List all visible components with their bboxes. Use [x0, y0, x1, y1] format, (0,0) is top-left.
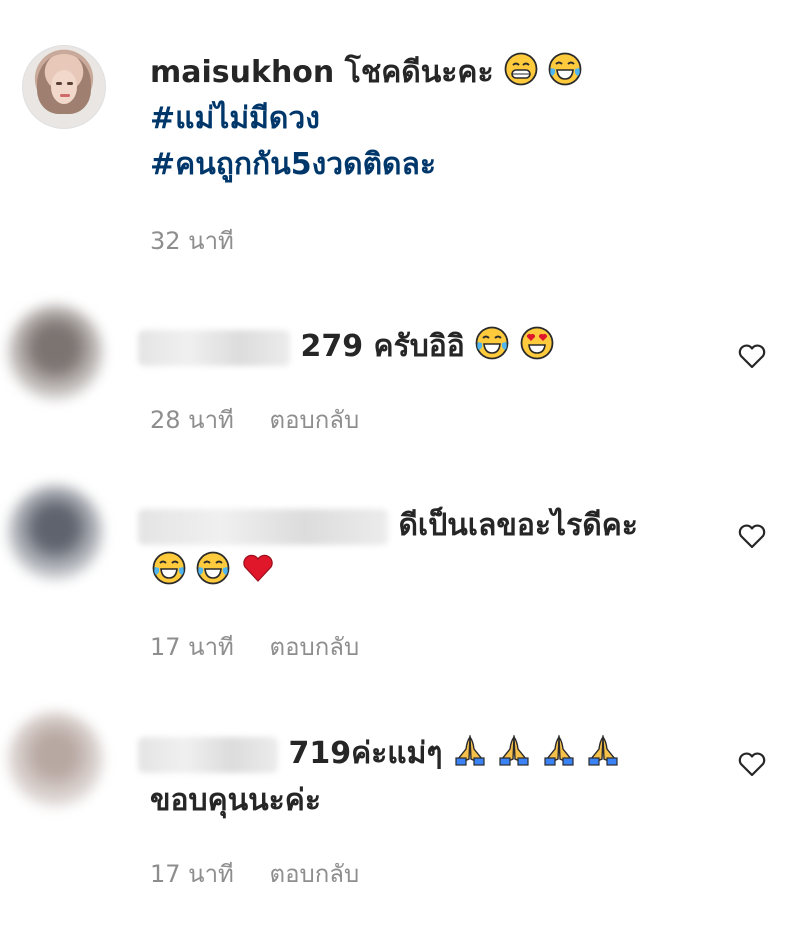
reply-button[interactable]: ตอบกลับ — [270, 633, 360, 661]
comment-2-timestamp: 17 นาที — [150, 633, 234, 661]
comment-3-line: 719ค่ะแม่ๆ — [138, 733, 620, 774]
tears-of-joy-emoji — [548, 52, 582, 86]
comment-2-meta: 17 นาที ตอบกลับ — [150, 632, 359, 662]
comment-1-line: 279 ครับอิอิ — [138, 326, 554, 367]
comment-3-meta: 17 นาที ตอบกลับ — [150, 859, 359, 889]
folded-hands-emoji — [544, 736, 574, 766]
comment-1-text: 279 ครับอิอิ — [300, 329, 465, 364]
comment-3-timestamp: 17 นาที — [150, 860, 234, 888]
tears-of-joy-emoji — [475, 326, 509, 360]
commenter-avatar[interactable] — [8, 305, 103, 400]
owner-avatar[interactable] — [22, 45, 106, 129]
blurred-username[interactable] — [138, 329, 290, 366]
heart-eyes-emoji — [520, 326, 554, 360]
commenter-avatar[interactable] — [8, 712, 103, 807]
reply-button[interactable]: ตอบกลับ — [270, 860, 360, 888]
like-heart-icon[interactable] — [736, 520, 768, 552]
blurred-username[interactable] — [138, 736, 278, 773]
owner-comment-text: โชคดีนะคะ — [344, 55, 494, 90]
tears-of-joy-emoji — [196, 551, 230, 585]
like-heart-icon[interactable] — [736, 748, 768, 780]
folded-hands-emoji — [455, 736, 485, 766]
owner-username[interactable]: maisukhon — [150, 55, 334, 90]
blurred-username[interactable] — [138, 508, 388, 545]
reply-button[interactable]: ตอบกลับ — [270, 406, 360, 434]
comment-3-text-2: ขอบคุนนะค่ะ — [150, 783, 321, 818]
comment-2-emoji-line — [152, 551, 275, 592]
folded-hands-emoji — [588, 736, 618, 766]
comment-2-text: ดีเป็นเลขอะไรดีคะ — [398, 508, 638, 543]
hashtag-2[interactable]: #คนถูกกัน5งวดติดละ — [150, 145, 436, 185]
comment-1-timestamp: 28 นาที — [150, 406, 234, 434]
red-heart-emoji — [243, 554, 273, 582]
grinning-face-emoji — [504, 52, 538, 86]
comment-1-meta: 28 นาที ตอบกลับ — [150, 405, 359, 435]
like-heart-icon[interactable] — [736, 340, 768, 372]
folded-hands-emoji — [499, 736, 530, 766]
commenter-avatar[interactable] — [8, 485, 103, 580]
comment-3-text: 719ค่ะแม่ๆ — [288, 736, 443, 771]
owner-comment-line: maisukhon โชคดีนะคะ — [150, 52, 582, 93]
hashtag-1[interactable]: #แม่ไม่มีดวง — [150, 99, 320, 139]
tears-of-joy-emoji — [152, 551, 186, 585]
owner-timestamp: 32 นาที — [150, 227, 234, 255]
comment-2-line: ดีเป็นเลขอะไรดีคะ — [138, 506, 638, 546]
